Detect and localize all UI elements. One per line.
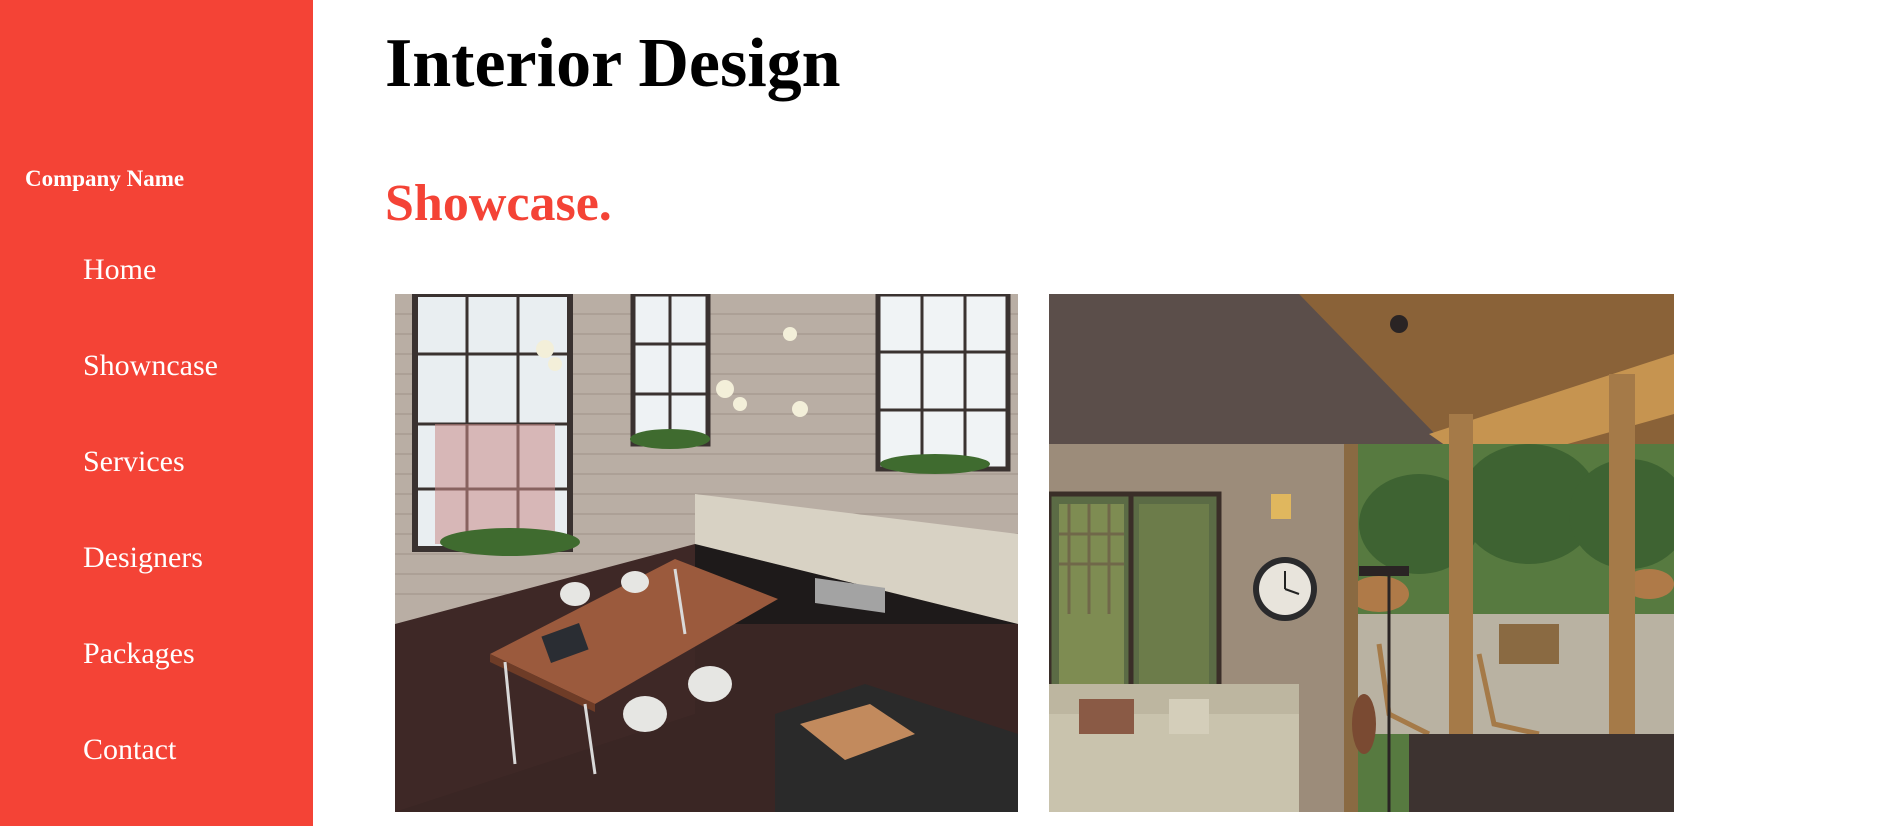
sidebar-nav: Home Showncase Services Designers Packag… (83, 246, 218, 822)
nav-item-home[interactable]: Home (83, 246, 218, 342)
nav-item-services[interactable]: Services (83, 438, 218, 534)
nav-item-designers[interactable]: Designers (83, 534, 218, 630)
company-name: Company Name (25, 166, 185, 191)
loft-kitchen-photo (395, 294, 1018, 812)
main-content: Interior Design Showcase. (313, 0, 1892, 826)
nav-item-showcase[interactable]: Showncase (83, 342, 218, 438)
section-title: Showcase. (385, 175, 612, 232)
page-title: Interior Design (385, 25, 841, 102)
nav-item-packages[interactable]: Packages (83, 630, 218, 726)
living-room-porch-photo (1049, 294, 1674, 812)
sidebar: Company Name Home Showncase Services Des… (0, 0, 313, 826)
nav-item-contact[interactable]: Contact (83, 726, 218, 822)
